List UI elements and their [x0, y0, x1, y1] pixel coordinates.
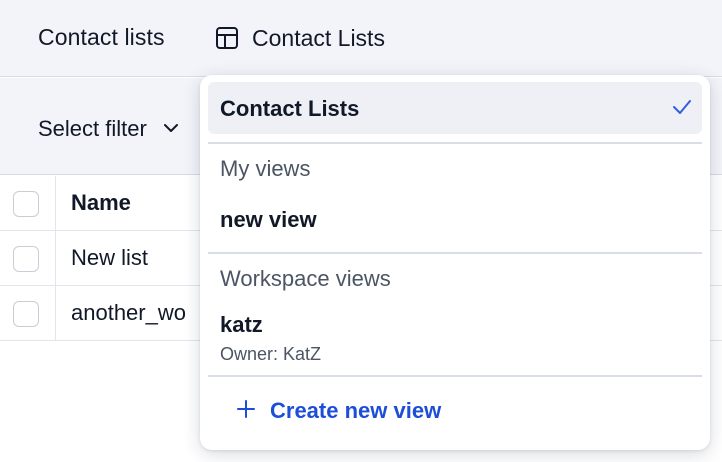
- plus-icon: [236, 399, 256, 424]
- chevron-down-icon: [163, 120, 179, 138]
- view-option-label: Contact Lists: [220, 96, 360, 121]
- view-option-new-view[interactable]: new view: [220, 207, 317, 233]
- views-dropdown: Contact Lists My views new view Workspac…: [200, 75, 710, 450]
- row-name-cell[interactable]: New list: [71, 231, 148, 285]
- select-all-checkbox[interactable]: [13, 191, 39, 217]
- table-icon: [214, 25, 240, 51]
- column-header-name[interactable]: Name: [71, 176, 131, 230]
- select-filter-label: Select filter: [38, 116, 147, 141]
- my-views-heading: My views: [220, 156, 311, 181]
- checkmark-icon: [671, 98, 693, 121]
- create-new-view-label: Create new view: [270, 398, 442, 423]
- row-checkbox[interactable]: [13, 301, 39, 327]
- row-select-cell: [0, 231, 56, 285]
- view-owner-label: Owner: KatZ: [220, 344, 322, 364]
- workspace-views-heading: Workspace views: [220, 266, 391, 291]
- view-switcher-button[interactable]: Contact Lists: [214, 24, 385, 52]
- page-header: Contact lists Contact Lists: [0, 0, 722, 77]
- select-filter-button[interactable]: Select filter: [38, 116, 179, 142]
- create-new-view-button[interactable]: Create new view: [236, 398, 441, 424]
- page-title: Contact lists: [38, 24, 165, 50]
- view-switcher-label: Contact Lists: [252, 24, 385, 51]
- divider: [208, 375, 702, 377]
- view-option-contact-lists[interactable]: Contact Lists: [208, 82, 702, 134]
- divider: [208, 252, 702, 254]
- contact-lists-page: Contact lists Contact Lists Select filte…: [0, 0, 722, 462]
- row-select-cell: [0, 286, 56, 340]
- divider: [208, 142, 702, 144]
- row-name-cell[interactable]: another_wo: [71, 286, 186, 340]
- view-option-katz[interactable]: katz: [220, 312, 263, 338]
- select-all-cell: [0, 176, 56, 230]
- row-checkbox[interactable]: [13, 246, 39, 272]
